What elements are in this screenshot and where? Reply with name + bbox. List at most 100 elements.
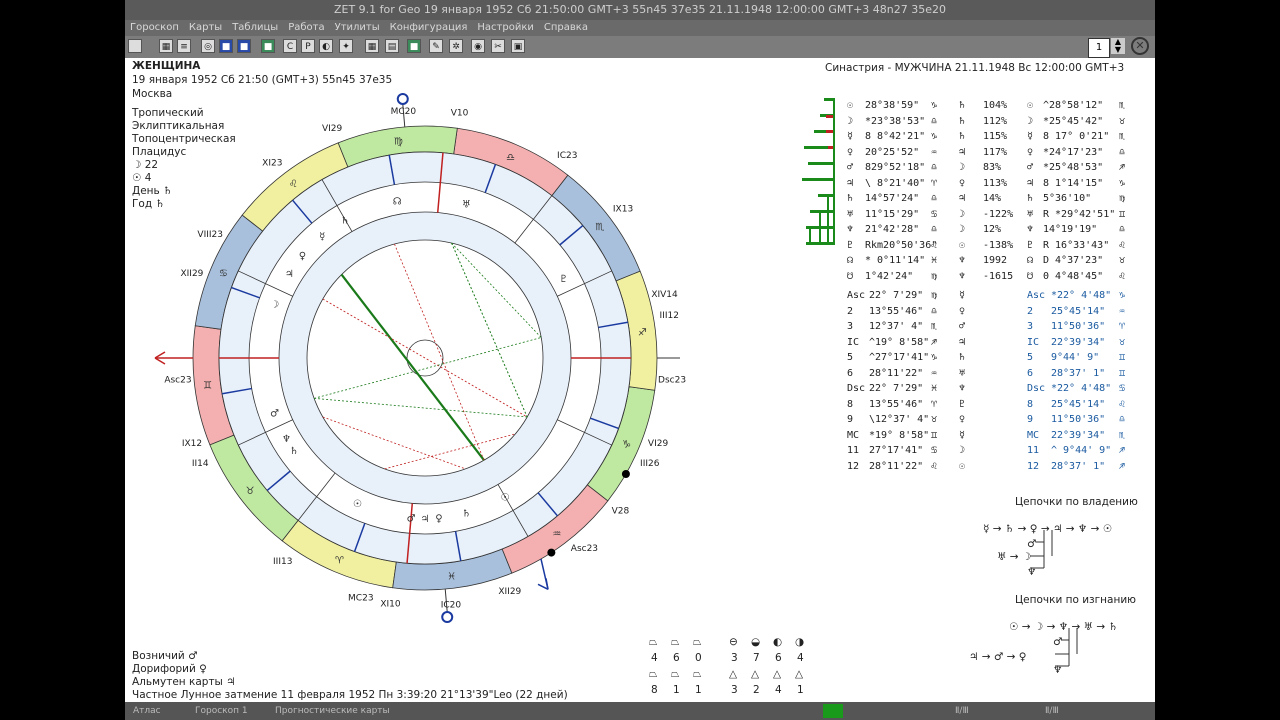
house-row: 9 \12°37' 4" ♉ ♀ 9 11°50'36" ♎ [847,412,1147,427]
house-symbol: Asc [847,290,866,301]
menu-charts[interactable]: Карты [184,22,227,33]
partner-house-symbol: 2 [1027,305,1034,317]
planet-glyph: ☿ [319,231,325,242]
partner-planet-sign: ♌ [1119,239,1126,251]
house-row: 3 12°37' 4" ♏ ♂ 3 11°50'36" ♈ [847,319,1147,334]
partner-planet-sign: ♑ [1119,177,1126,189]
planet-row: ☊ * 0°11'14" ♓ ♆ 1992 ☊ D 4°37'23" ♉ [847,253,1147,268]
tools-icon[interactable]: ✂ [491,39,505,53]
edit-icon[interactable]: ✎ [429,39,443,53]
planet-row: ☽ *23°38'53" ♎ ♄ 112% ☽ *25°45'42" ♉ [847,114,1147,129]
house-row: 11 27°17'41" ♋ ☽ 11 ^ 9°44' 9" ♐ [847,443,1147,458]
planet-sign: ♎ [931,115,938,127]
close-icon[interactable]: ✕ [1131,37,1149,55]
house-label: III13 [273,557,292,567]
house-ruler: ♀ [959,414,966,425]
planet-ruler: ☽ [959,224,966,235]
box-icon[interactable]: ▣ [511,39,525,53]
house-symbol: 5 [847,352,854,363]
stat-top-value: 4 [797,652,804,664]
zodiac-sign-glyph: ♏ [595,222,604,233]
quality-icon: △ [795,668,804,680]
planet-glyph: ♀ [299,251,306,262]
planet-sign: ♌ [931,239,938,251]
planet-glyph: ♃ [421,514,430,525]
quality-icon: ⏢ [671,668,680,680]
status-page-b: Ⅱ/Ⅲ [1045,706,1059,716]
table-icon[interactable]: ≡ [177,39,191,53]
house-symbol: IC [847,336,860,348]
zodiac-sign-glyph: ♓ [447,571,456,582]
menu-settings[interactable]: Настройки [472,22,538,33]
menu-work[interactable]: Работа [283,22,329,33]
house-symbol: 6 [847,367,854,379]
stat-top-value: 3 [731,652,738,664]
c-icon[interactable]: C [283,39,297,53]
house-label: III26 [640,459,660,469]
planet-glyph: ♆ [282,434,291,445]
planet-position: 1°42'24" [865,270,914,282]
zodiac-sign-glyph: ♈ [335,556,344,567]
chart-green-icon-2[interactable]: ■ [407,39,421,53]
colorwheel-icon[interactable]: ✲ [449,39,463,53]
domicile-chain-3: ♅ → ☽ [997,551,1032,563]
house-sign: ♋ [931,445,938,456]
menu-tables[interactable]: Таблицы [227,22,283,33]
house-label: Dsc23 [658,376,686,386]
stat-top-value: 6 [775,652,782,664]
house-position: \12°37' 4" [869,414,930,425]
planet-ruler: ♄ [959,131,966,142]
grid-icon-2[interactable]: ▦ [365,39,379,53]
planet-symbol: ♄ [847,193,854,204]
chart-blue-icon-2[interactable]: ■ [237,39,251,53]
domicile-chain-connectors [1030,530,1053,569]
notes-icon[interactable]: ▤ [385,39,399,53]
planet-sign: ♓ [931,255,938,266]
partner-house-sign: ♊ [1119,367,1126,379]
sphere-icon[interactable]: ◐ [319,39,333,53]
house-label: Asc23 [571,544,598,554]
house-position: 28°11'22" [869,460,924,472]
partner-planet-sign: ♎ [1119,146,1126,158]
element-icon: ⏢ [693,636,702,648]
planet-position: 28°38'59" [865,100,920,111]
planet-glyph: ♇ [559,274,568,285]
partner-house-sign: ♐ [1119,445,1126,456]
planet-position: 8 8°42'21" [865,131,926,142]
star-icon[interactable]: ✦ [339,39,353,53]
house-row: MC *19° 8'58" ♊ ☿ MC 22°39'34" ♏ [847,428,1147,443]
partner-planet-sign: ♎ [1119,224,1126,235]
stat-top-value: 4 [651,652,658,664]
stat-bottom-value: 2 [753,684,760,696]
house-symbol: 9 [847,414,854,425]
chart-blue-icon[interactable]: ■ [219,39,233,53]
partner-house-sign: ♑ [1119,290,1126,301]
house-label: MC20 [391,107,417,117]
planet-row: ♄ 14°57'24" ♎ ♃ 14% ♄ 5°36'10" ♍ [847,191,1147,206]
house-position: 13°55'46" [869,398,924,410]
menu-utilities[interactable]: Утилиты [330,22,385,33]
chart-green-icon[interactable]: ■ [261,39,275,53]
zodiac-sign-glyph: ♍ [394,137,403,148]
partner-planet-sign: ♐ [1119,162,1126,173]
partner-planet-symbol: ♆ [1027,224,1034,235]
house-label: XI10 [380,600,401,610]
house-ruler: ♂ [959,321,966,332]
menu-configuration[interactable]: Конфигурация [385,22,473,33]
page-spinner[interactable]: ▲ ▼ [1111,38,1125,54]
planet-glyph: ♀ [435,513,442,524]
zodiac-sign-glyph: ♊ [203,381,212,392]
page-number-input[interactable]: 1 [1088,38,1110,58]
house-label: Asc23 [164,376,191,386]
planet-strength-bars [802,98,835,245]
toolbar-button[interactable] [128,39,142,53]
circle-icon[interactable]: ◉ [471,39,485,53]
menu-horoscope[interactable]: Гороскоп [125,22,184,33]
p-icon[interactable]: P [301,39,315,53]
wheel-icon[interactable]: ◎ [201,39,215,53]
house-position: ^27°17'41" [869,352,930,363]
natal-wheel[interactable]: ♊♉♈♓♒♑♐♏♎♍♌♋☽♃♀♂♄♆☉♂ ♀ ♄☉♇♅☊♄☿♃MC20 V10VI29… [145,83,745,693]
house-sign: ♉ [931,414,938,425]
grid-icon[interactable]: ▦ [159,39,173,53]
menu-help[interactable]: Справка [539,22,593,33]
